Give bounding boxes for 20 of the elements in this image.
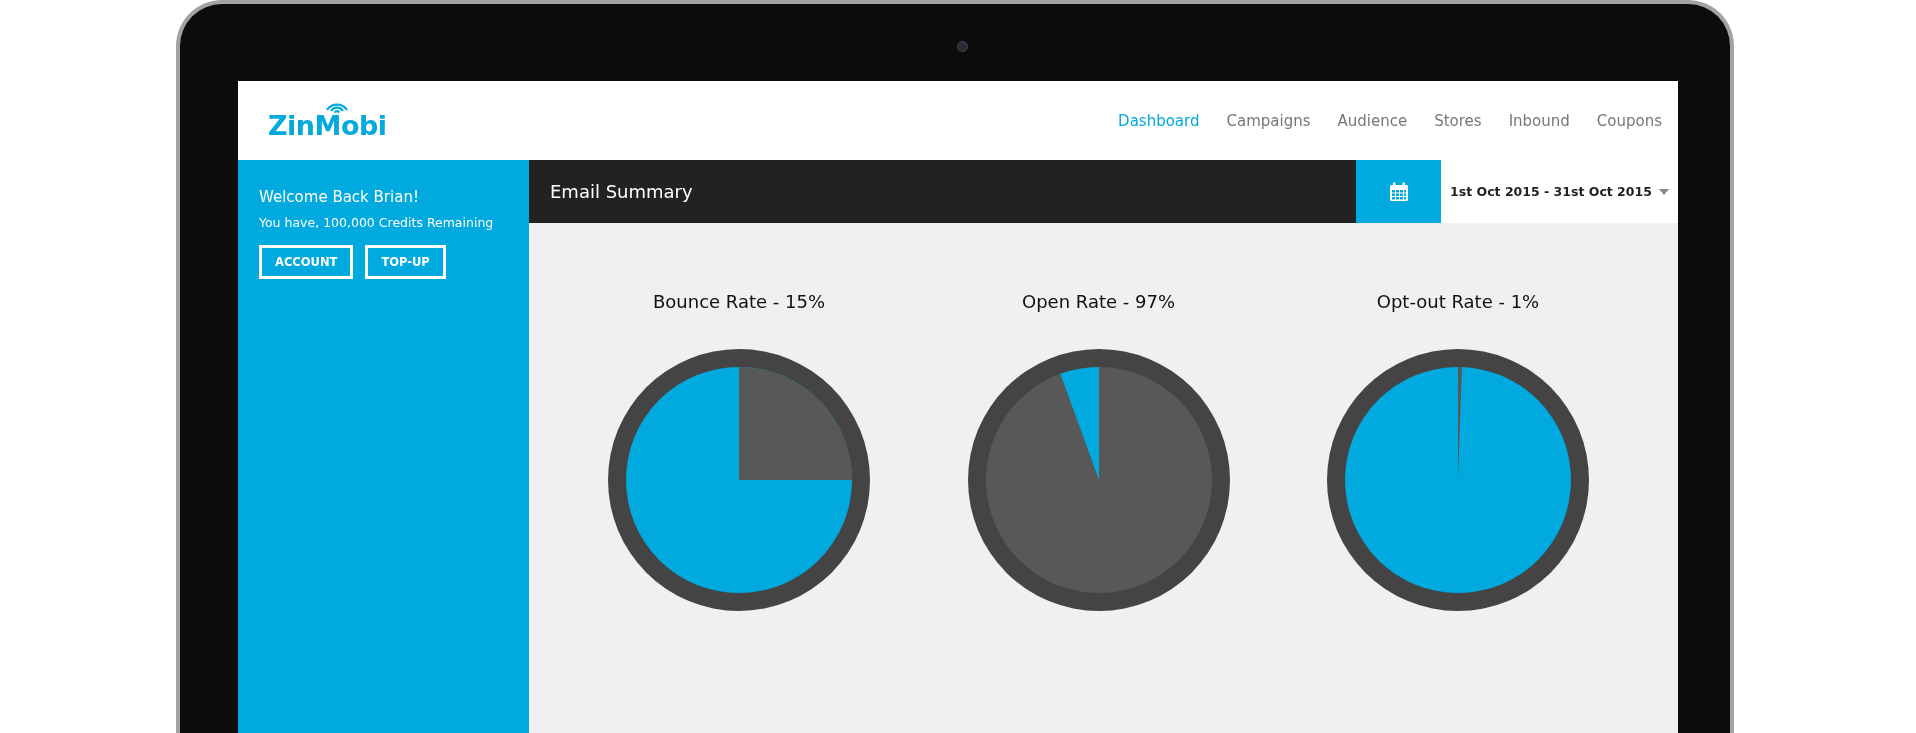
logo[interactable]: ZinMobi [268,100,387,141]
calendar-button[interactable] [1356,160,1441,223]
chart-title: Opt-out Rate - 1% [1376,291,1540,312]
welcome-text: Welcome Back Brian! [259,188,420,206]
camera-dot [957,41,968,52]
date-range-dropdown[interactable]: 1st Oct 2015 - 31st Oct 2015 [1441,160,1678,223]
outline-button[interactable]: TOP-UP [365,245,446,279]
chart-title: Bounce Rate - 15% [652,291,826,312]
outline-button[interactable]: ACCOUNT [259,245,354,279]
summary-title: Email Summary [549,181,694,202]
nav-link[interactable]: Stores [1434,111,1482,130]
calendar-icon [1388,181,1409,202]
nav-link[interactable]: Inbound [1508,111,1570,130]
nav-link[interactable]: Campaigns [1226,111,1311,130]
chart-title: Open Rate - 97% [1022,291,1175,312]
nav-link[interactable]: Dashboard [1118,111,1200,130]
nav-link[interactable]: Coupons [1596,111,1662,130]
caret-icon [1658,188,1669,195]
credits-text: You have, 100,000 Credits Remaining [259,215,495,230]
nav-link[interactable]: Audience [1337,111,1408,130]
